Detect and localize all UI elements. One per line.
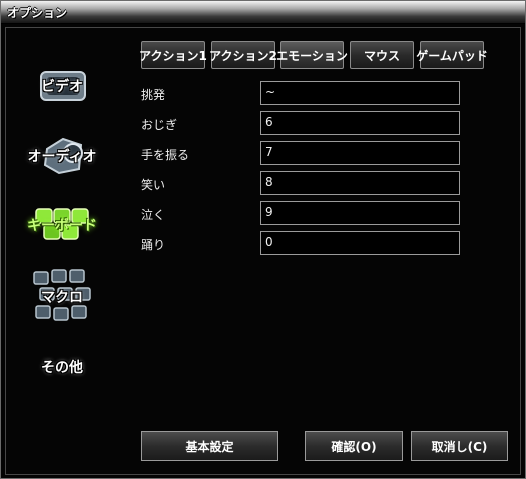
tab-emotion[interactable]: エモーション	[276, 41, 348, 69]
key-field-laugh[interactable]: 8	[260, 171, 460, 195]
key-field-bow[interactable]: 6	[260, 111, 460, 135]
row-label-wave: 手を振る	[141, 148, 190, 162]
sidebar-item-label: オーディオ	[27, 149, 97, 165]
sidebar-item-label: キーボード	[27, 218, 97, 234]
tab-action1[interactable]: アクション1	[139, 41, 207, 69]
key-field-taunt[interactable]: ~	[260, 81, 460, 105]
cancel-button[interactable]: 取消し(C)	[411, 431, 508, 461]
row-label-bow: おじぎ	[141, 118, 178, 132]
ok-button[interactable]: 確認(O)	[305, 431, 403, 461]
title-bar[interactable]: オプション	[1, 1, 525, 24]
row-label-dance: 踊り	[141, 238, 166, 252]
sidebar-item-macro[interactable]: マクロ	[17, 266, 107, 328]
window-title: オプション	[7, 6, 68, 20]
tab-gamepad[interactable]: ゲームパッド	[416, 41, 488, 69]
sidebar-item-keyboard[interactable]: キーボード	[17, 201, 107, 249]
options-window: オプション アクション1 アクション2 エモーション マウス ゲームパッド ビデ…	[0, 0, 526, 479]
sidebar-item-audio[interactable]: オーディオ	[17, 131, 107, 181]
reset-defaults-button[interactable]: 基本設定	[141, 431, 278, 461]
sidebar-item-video[interactable]: ビデオ	[17, 66, 107, 106]
sidebar-item-label: ビデオ	[41, 79, 83, 95]
sidebar-item-label: マクロ	[41, 290, 83, 306]
row-label-cry: 泣く	[141, 208, 166, 222]
key-field-cry[interactable]: 9	[260, 201, 460, 225]
key-field-dance[interactable]: 0	[260, 231, 460, 255]
tab-action2[interactable]: アクション2	[209, 41, 277, 69]
row-label-laugh: 笑い	[141, 178, 166, 192]
sidebar-item-other[interactable]: その他	[17, 351, 107, 383]
sidebar-item-label: その他	[41, 360, 83, 376]
tab-mouse[interactable]: マウス	[350, 41, 414, 69]
row-label-taunt: 挑発	[141, 88, 166, 102]
key-field-wave[interactable]: 7	[260, 141, 460, 165]
